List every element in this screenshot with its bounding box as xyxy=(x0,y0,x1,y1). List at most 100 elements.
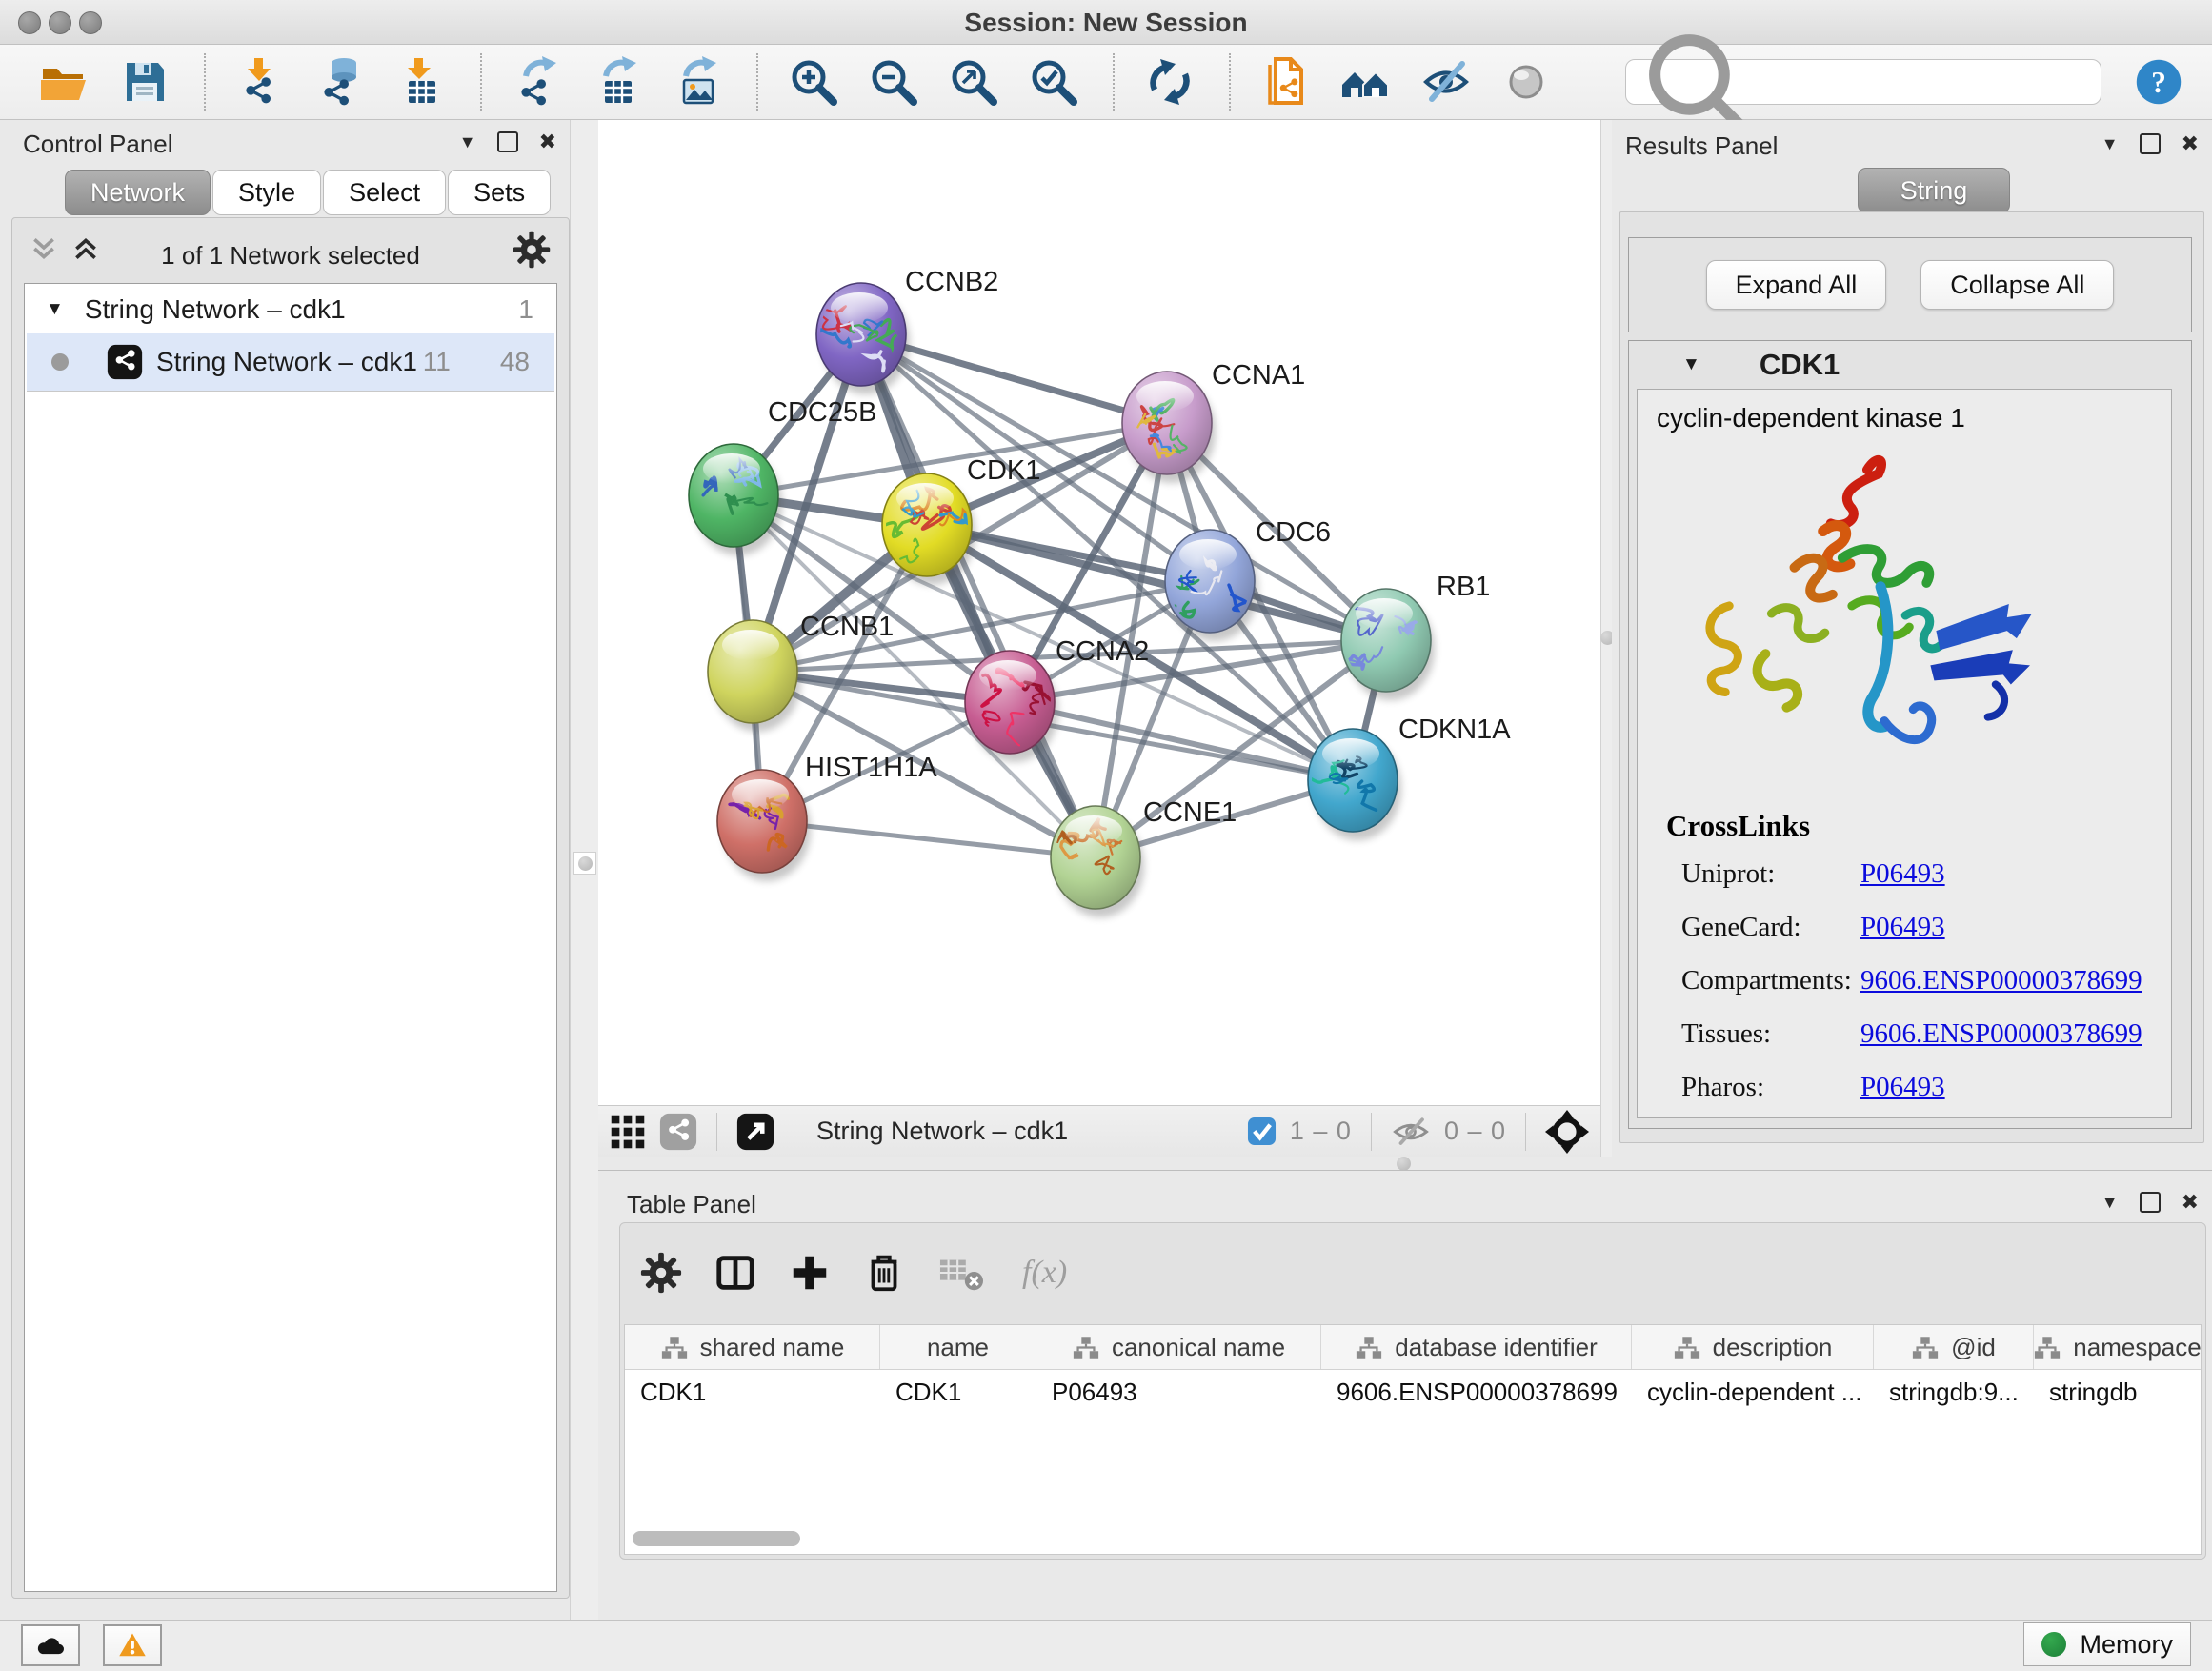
network-node-CCNE1[interactable]: CCNE1 xyxy=(1051,797,1237,917)
table-options-gear-icon[interactable] xyxy=(639,1251,683,1295)
save-icon[interactable] xyxy=(118,55,171,109)
crosslink-value-link[interactable]: 9606.ENSP00000378699 xyxy=(1860,965,2142,997)
expand-all-button[interactable]: Expand All xyxy=(1706,260,1887,310)
node-label-CDC6: CDC6 xyxy=(1256,517,1331,548)
network-node-CCNA1[interactable]: CCNA1 xyxy=(1122,360,1305,483)
network-collection-row[interactable]: ▼ String Network – cdk1 1 xyxy=(27,288,554,332)
results-panel-title: Results Panel xyxy=(1625,131,1778,161)
node-label-CCNE1: CCNE1 xyxy=(1143,797,1237,828)
crosslink-value-link[interactable]: P06493 xyxy=(1860,912,1945,943)
network-list: ▼ String Network – cdk1 1 String Network… xyxy=(24,283,557,1592)
import-table-icon[interactable] xyxy=(394,55,448,109)
delete-column-icon[interactable] xyxy=(862,1251,906,1295)
tab-string[interactable]: String xyxy=(1858,168,2010,213)
table-cell[interactable]: CDK1 xyxy=(880,1370,1036,1414)
network-options-gear-icon[interactable] xyxy=(512,230,552,270)
hidden-eye-slash-icon[interactable] xyxy=(1391,1116,1431,1148)
cloud-icon xyxy=(35,1633,66,1658)
export-image-icon[interactable] xyxy=(671,55,724,109)
network-node-CDKN1A[interactable]: CDKN1A xyxy=(1308,715,1511,840)
crosslinks-list: Uniprot:P06493GeneCard:P06493Compartment… xyxy=(1681,858,2162,1125)
table-cell[interactable]: P06493 xyxy=(1036,1370,1321,1414)
panel-float-icon[interactable] xyxy=(497,131,518,152)
column-header-shared-name[interactable]: shared name xyxy=(625,1325,880,1369)
selected-checkbox-icon[interactable] xyxy=(1247,1117,1277,1146)
protein-name: CDK1 xyxy=(1760,348,1840,382)
panel-close-icon[interactable]: ✖ xyxy=(2182,1192,2199,1213)
network-node-HIST1H1A[interactable]: HIST1H1A xyxy=(717,753,937,881)
show-all-icon[interactable] xyxy=(1499,55,1553,109)
panel-dropdown-icon[interactable]: ▼ xyxy=(459,131,476,152)
splitter-handle[interactable] xyxy=(573,852,596,875)
show-columns-icon[interactable] xyxy=(714,1251,757,1295)
column-header-@id[interactable]: @id xyxy=(1874,1325,2034,1369)
crosslink-value-link[interactable]: 9606.ENSP00000378699 xyxy=(1860,1018,2142,1050)
memory-button[interactable]: Memory xyxy=(2023,1622,2191,1666)
tab-sets[interactable]: Sets xyxy=(448,170,551,215)
protein-header[interactable]: ▼ CDK1 xyxy=(1629,341,2191,389)
column-header-canonical-name[interactable]: canonical name xyxy=(1036,1325,1321,1369)
table-cell[interactable]: stringdb:9... xyxy=(1874,1370,2034,1414)
column-header-description[interactable]: description xyxy=(1632,1325,1874,1369)
export-table-icon[interactable] xyxy=(591,55,644,109)
fit-selected-crosshair-icon[interactable] xyxy=(1545,1110,1589,1154)
table-cell[interactable]: 9606.ENSP00000378699 xyxy=(1321,1370,1632,1414)
warnings-button[interactable] xyxy=(103,1624,162,1666)
zoom-selected-icon[interactable] xyxy=(1027,55,1080,109)
panel-close-icon[interactable]: ✖ xyxy=(2182,133,2199,154)
network-node-RB1[interactable]: RB1 xyxy=(1341,572,1490,700)
table-cell[interactable]: cyclin-dependent ... xyxy=(1632,1370,1874,1414)
network-tab-content: 1 of 1 Network selected ▼ String Network… xyxy=(11,217,570,1599)
panel-dropdown-icon[interactable]: ▼ xyxy=(2101,1192,2119,1213)
network-share-badge-icon[interactable] xyxy=(659,1113,697,1151)
crosslink-value-link[interactable]: P06493 xyxy=(1860,1072,1945,1103)
column-header-database-identifier[interactable]: database identifier xyxy=(1321,1325,1632,1369)
vertical-splitter-left[interactable] xyxy=(570,120,600,1620)
column-header-namespace[interactable]: namespace xyxy=(2034,1325,2202,1369)
tab-network[interactable]: Network xyxy=(65,170,211,215)
splitter-handle[interactable] xyxy=(1397,1157,1411,1171)
home-icon[interactable] xyxy=(1339,55,1393,109)
network-row-selected[interactable]: String Network – cdk1 11 48 xyxy=(27,333,554,392)
horizontal-splitter[interactable] xyxy=(598,1157,2212,1170)
table-cell[interactable]: stringdb xyxy=(2034,1370,2202,1414)
tree-expander-icon[interactable]: ▼ xyxy=(46,299,64,320)
hide-selected-icon[interactable] xyxy=(1419,55,1473,109)
collapse-caret-icon[interactable]: ▼ xyxy=(1682,354,1700,375)
search-input[interactable] xyxy=(1764,67,2087,98)
function-builder-icon: f(x) xyxy=(1022,1255,1067,1291)
delete-table-icon xyxy=(936,1251,986,1295)
panel-close-icon[interactable]: ✖ xyxy=(539,131,556,152)
network-node-CCNB1[interactable]: CCNB1 xyxy=(708,612,894,732)
table-cell[interactable]: CDK1 xyxy=(625,1370,880,1414)
zoom-out-icon[interactable] xyxy=(867,55,920,109)
tab-select[interactable]: Select xyxy=(323,170,446,215)
tab-style[interactable]: Style xyxy=(212,170,321,215)
crosslink-value-link[interactable]: P06493 xyxy=(1860,858,1945,890)
collapse-all-button[interactable]: Collapse All xyxy=(1920,260,2114,310)
network-view: CCNB2CCNA1CDC25BCDK1CDC6RB1CCNB1CCNA2CDK… xyxy=(598,120,1600,1157)
node-label-CCNA2: CCNA2 xyxy=(1056,636,1149,667)
help-button[interactable]: ? xyxy=(2134,57,2183,107)
string-document-icon[interactable] xyxy=(1259,55,1313,109)
export-network-icon[interactable] xyxy=(511,55,564,109)
add-column-icon[interactable] xyxy=(788,1251,832,1295)
zoom-fit-icon[interactable] xyxy=(947,55,1000,109)
table-panel: Table Panel ▼ ✖ f(x) shared namenamecano… xyxy=(598,1170,2212,1620)
open-icon[interactable] xyxy=(38,55,91,109)
search-field[interactable] xyxy=(1625,59,2101,105)
zoom-in-icon[interactable] xyxy=(787,55,840,109)
horizontal-scrollbar[interactable] xyxy=(633,1531,800,1546)
panel-float-icon[interactable] xyxy=(2140,1192,2161,1213)
cloud-button[interactable] xyxy=(21,1624,80,1666)
column-header-name[interactable]: name xyxy=(880,1325,1036,1369)
grid-view-icon[interactable] xyxy=(610,1114,646,1150)
panel-dropdown-icon[interactable]: ▼ xyxy=(2101,133,2119,154)
network-canvas[interactable]: CCNB2CCNA1CDC25BCDK1CDC6RB1CCNB1CCNA2CDK… xyxy=(598,120,1600,1105)
import-network-icon[interactable] xyxy=(234,55,288,109)
table-row[interactable]: CDK1CDK1P064939606.ENSP00000378699cyclin… xyxy=(625,1370,2201,1414)
panel-float-icon[interactable] xyxy=(2140,133,2161,154)
external-link-icon[interactable] xyxy=(736,1113,774,1151)
import-database-icon[interactable] xyxy=(314,55,368,109)
refresh-icon[interactable] xyxy=(1143,55,1196,109)
